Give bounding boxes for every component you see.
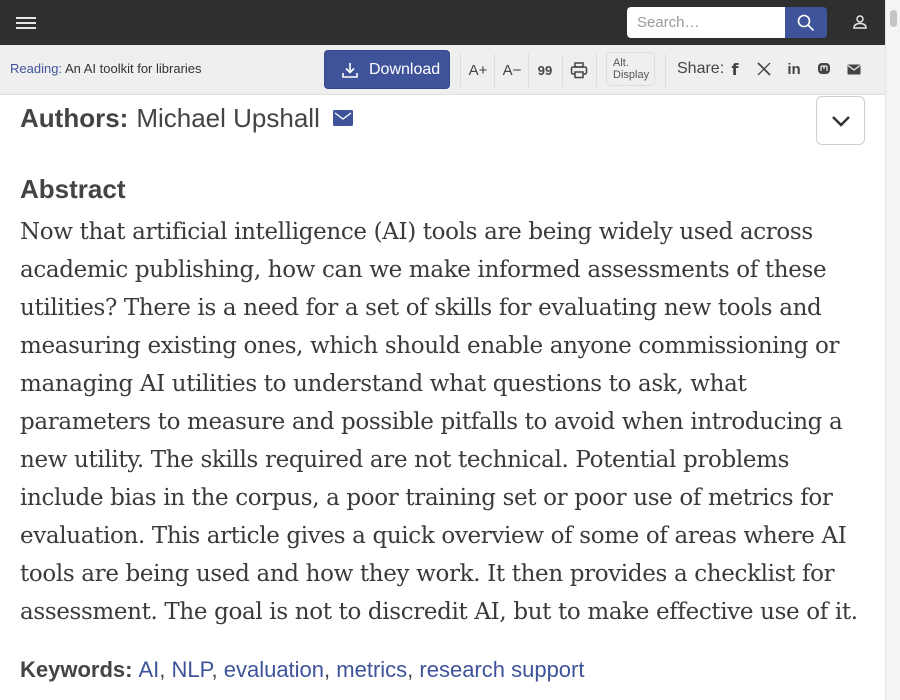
keyword-link[interactable]: metrics	[336, 657, 407, 682]
page-scrollbar[interactable]	[885, 0, 900, 700]
keyword-link[interactable]: AI	[138, 657, 159, 682]
article-toolbar: Reading: An AI toolkit for libraries Dow…	[0, 45, 885, 95]
print-button[interactable]	[566, 53, 592, 87]
alt-display-line1: Alt.	[613, 57, 629, 69]
scrollbar-thumb[interactable]	[890, 10, 897, 27]
menu-icon[interactable]	[16, 14, 36, 32]
keywords-label: Keywords:	[20, 657, 133, 682]
print-icon	[570, 61, 588, 78]
divider	[665, 54, 666, 87]
divider	[528, 54, 529, 87]
reading-label: Reading:	[10, 61, 63, 76]
share-label: Share:	[677, 60, 725, 77]
user-account-icon[interactable]	[850, 12, 870, 32]
authors-label: Authors:	[20, 103, 129, 133]
cite-button[interactable]: 99	[532, 53, 558, 87]
alt-display-line2: Display	[613, 69, 650, 81]
author-email-icon[interactable]	[333, 110, 354, 127]
chevron-down-icon	[831, 115, 850, 127]
search-input[interactable]	[627, 7, 785, 38]
mastodon-icon[interactable]	[815, 60, 833, 78]
reading-indicator: Reading: An AI toolkit for libraries	[10, 61, 202, 76]
font-increase-button[interactable]: A+	[464, 53, 492, 87]
alt-display-button[interactable]: Alt. Display	[606, 52, 655, 86]
keywords-line: Keywords: AI, NLP, evaluation, metrics, r…	[20, 657, 585, 682]
collapse-toggle-button[interactable]	[816, 96, 865, 145]
divider	[460, 54, 461, 87]
divider	[494, 54, 495, 87]
top-navigation-bar	[0, 0, 885, 45]
divider	[562, 54, 563, 87]
keyword-link[interactable]: research support	[419, 657, 584, 682]
keyword-link[interactable]: evaluation	[224, 657, 324, 682]
abstract-text: Now that artificial intelligence (AI) to…	[20, 219, 858, 625]
search-button[interactable]	[785, 7, 827, 38]
x-twitter-icon[interactable]	[755, 60, 773, 78]
facebook-icon[interactable]: f	[726, 60, 744, 79]
linkedin-icon[interactable]: in	[785, 60, 803, 78]
email-share-icon[interactable]	[845, 60, 863, 78]
author-name[interactable]: Michael Upshall	[136, 103, 320, 133]
divider	[596, 54, 597, 87]
search-icon	[797, 14, 815, 31]
reading-title: An AI toolkit for libraries	[64, 61, 202, 76]
download-label: Download	[369, 60, 441, 78]
download-icon	[342, 62, 358, 78]
download-button[interactable]: Download	[324, 50, 450, 89]
authors-line: Authors: Michael Upshall	[20, 103, 354, 134]
abstract-heading: Abstract	[20, 174, 126, 204]
keyword-link[interactable]: NLP	[172, 657, 212, 682]
font-decrease-button[interactable]: A−	[498, 53, 526, 87]
